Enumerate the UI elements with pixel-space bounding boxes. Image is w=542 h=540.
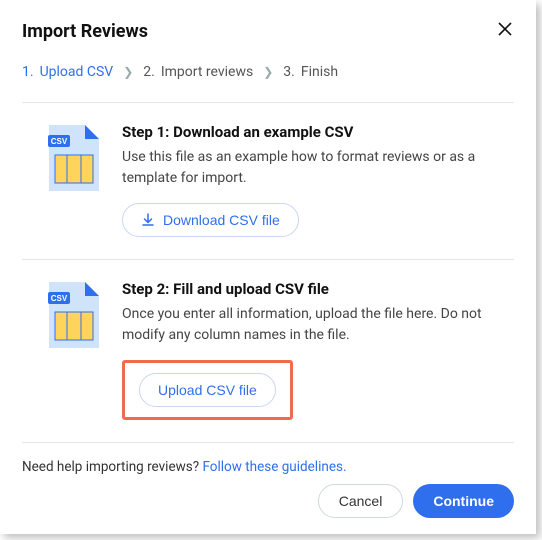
download-icon bbox=[141, 213, 155, 227]
section-title: Step 2: Fill and upload CSV file bbox=[122, 280, 514, 298]
section-content: Step 2: Fill and upload CSV file Once yo… bbox=[122, 280, 514, 420]
button-label: Upload CSV file bbox=[158, 382, 257, 398]
stepper: 1. Upload CSV ❯ 2. Import reviews ❯ 3. F… bbox=[22, 64, 514, 80]
section-download: CSV Step 1: Download an example CSV Use … bbox=[22, 103, 514, 259]
step-finish[interactable]: 3. Finish bbox=[283, 64, 338, 80]
upload-csv-button[interactable]: Upload CSV file bbox=[139, 373, 276, 407]
section-upload: CSV Step 2: Fill and upload CSV file Onc… bbox=[22, 260, 514, 442]
csv-file-icon: CSV bbox=[45, 125, 99, 191]
step-number: 3. bbox=[283, 64, 295, 80]
step-upload-csv[interactable]: 1. Upload CSV bbox=[22, 64, 113, 80]
step-label: Import reviews bbox=[161, 64, 253, 80]
divider bbox=[22, 442, 514, 443]
step-number: 2. bbox=[143, 64, 155, 80]
section-content: Step 1: Download an example CSV Use this… bbox=[122, 123, 514, 237]
section-title: Step 1: Download an example CSV bbox=[122, 123, 514, 141]
svg-text:CSV: CSV bbox=[51, 137, 68, 146]
modal-title: Import Reviews bbox=[22, 21, 148, 42]
help-link[interactable]: Follow these guidelines. bbox=[202, 459, 346, 475]
help-text: Need help importing reviews? Follow thes… bbox=[22, 459, 514, 475]
chevron-right-icon: ❯ bbox=[263, 65, 273, 79]
continue-button[interactable]: Continue bbox=[413, 484, 514, 518]
csv-file-icon: CSV bbox=[45, 282, 99, 348]
button-label: Download CSV file bbox=[163, 212, 280, 228]
section-description: Once you enter all information, upload t… bbox=[122, 304, 514, 346]
step-import-reviews[interactable]: 2. Import reviews bbox=[143, 64, 253, 80]
import-reviews-modal: Import Reviews 1. Upload CSV ❯ 2. Import… bbox=[0, 0, 536, 534]
highlight-box: Upload CSV file bbox=[122, 360, 293, 420]
step-label: Upload CSV bbox=[40, 64, 114, 80]
download-csv-button[interactable]: Download CSV file bbox=[122, 203, 299, 237]
cancel-button[interactable]: Cancel bbox=[318, 484, 404, 518]
close-button[interactable] bbox=[496, 20, 514, 42]
step-label: Finish bbox=[301, 64, 338, 80]
section-description: Use this file as an example how to forma… bbox=[122, 147, 514, 189]
help-prefix: Need help importing reviews? bbox=[22, 459, 202, 475]
modal-footer: Cancel Continue bbox=[318, 484, 514, 518]
svg-text:CSV: CSV bbox=[51, 294, 68, 303]
step-number: 1. bbox=[22, 64, 34, 80]
close-icon bbox=[498, 22, 512, 36]
chevron-right-icon: ❯ bbox=[123, 65, 133, 79]
csv-icon-container: CSV bbox=[22, 123, 122, 237]
csv-icon-container: CSV bbox=[22, 280, 122, 420]
modal-header: Import Reviews bbox=[22, 20, 514, 42]
